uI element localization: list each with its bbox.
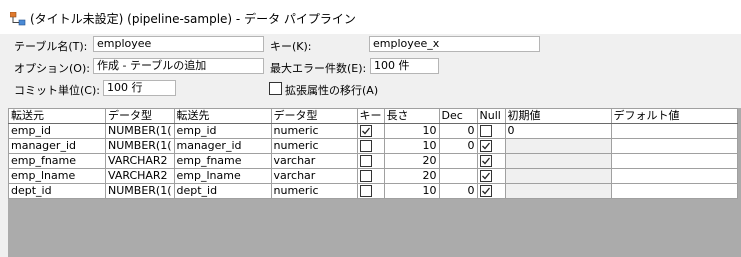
- key-input[interactable]: employee_x: [369, 36, 540, 52]
- decimal-cell[interactable]: 0: [438, 123, 478, 139]
- source-type-cell[interactable]: NUMBER(1(: [105, 183, 175, 199]
- extended-attributes-checkbox[interactable]: [269, 82, 282, 95]
- key-checkbox[interactable]: [359, 125, 372, 137]
- header-destination-type[interactable]: データ型: [270, 108, 358, 124]
- source-type-cell[interactable]: NUMBER(1(: [105, 123, 175, 139]
- destination-type-cell[interactable]: numeric: [270, 123, 358, 139]
- default-value-cell[interactable]: [610, 153, 738, 169]
- header-initial-value[interactable]: 初期値: [504, 108, 612, 124]
- extended-attributes-label: 拡張属性の移行(A): [285, 84, 379, 97]
- null-cell: [476, 183, 506, 199]
- header-destination[interactable]: 転送先: [173, 108, 272, 124]
- header-default-value[interactable]: デフォルト値: [610, 108, 738, 124]
- table-row[interactable]: dept_id NUMBER(1(dept_id numeric 10 0: [8, 183, 738, 199]
- table-row[interactable]: emp_id NUMBER(1(emp_id numeric 10 0 0: [8, 123, 738, 139]
- default-value-cell[interactable]: [610, 138, 738, 154]
- source-type-cell[interactable]: VARCHAR2: [105, 153, 175, 169]
- destination-field-cell[interactable]: emp_lname: [173, 168, 272, 184]
- grid-header-row: 転送元 データ型 転送先 データ型 キー 長さ Dec Null 初期値 デフォルト値: [8, 108, 738, 124]
- source-type-cell[interactable]: NUMBER(1(: [105, 138, 175, 154]
- length-cell[interactable]: 10: [383, 183, 440, 199]
- option-select[interactable]: 作成 - テーブルの追加: [93, 58, 264, 74]
- key-label: キー(K):: [270, 40, 312, 53]
- length-cell[interactable]: 20: [383, 168, 440, 184]
- key-cell: [356, 183, 385, 199]
- mapping-table: 転送元 データ型 転送先 データ型 キー 長さ Dec Null 初期値 デフォルト値 emp_i…: [8, 108, 738, 199]
- source-type-cell[interactable]: VARCHAR2: [105, 168, 175, 184]
- null-cell: [476, 153, 506, 169]
- table-row[interactable]: emp_fname VARCHAR2 emp_fname varchar 20: [8, 153, 738, 169]
- decimal-cell[interactable]: [438, 168, 478, 184]
- key-checkbox[interactable]: [359, 170, 372, 182]
- source-field-cell[interactable]: emp_lname: [8, 168, 106, 184]
- header-decimal[interactable]: Dec: [438, 108, 478, 124]
- initial-value-cell[interactable]: [504, 168, 612, 184]
- destination-type-cell[interactable]: varchar: [270, 168, 358, 184]
- commit-unit-input[interactable]: 100 行: [103, 80, 176, 96]
- destination-type-cell[interactable]: numeric: [270, 138, 358, 154]
- initial-value-cell[interactable]: [504, 183, 612, 199]
- destination-field-cell[interactable]: manager_id: [173, 138, 272, 154]
- source-field-cell[interactable]: manager_id: [8, 138, 106, 154]
- key-cell: [356, 138, 385, 154]
- null-cell: [476, 138, 506, 154]
- null-checkbox[interactable]: [479, 185, 492, 197]
- destination-type-cell[interactable]: numeric: [270, 183, 358, 199]
- header-key[interactable]: キー: [356, 108, 385, 124]
- default-value-cell[interactable]: [610, 123, 738, 139]
- destination-field-cell[interactable]: dept_id: [173, 183, 272, 199]
- null-cell: [476, 123, 506, 139]
- key-cell: [356, 153, 385, 169]
- destination-field-cell[interactable]: emp_fname: [173, 153, 272, 169]
- key-checkbox[interactable]: [359, 140, 372, 152]
- table-row[interactable]: emp_lname VARCHAR2 emp_lname varchar 20: [8, 168, 738, 184]
- settings-form: テーブル名(T): employee キー(K): employee_x オプシ…: [0, 34, 741, 108]
- null-cell: [476, 168, 506, 184]
- key-checkbox[interactable]: [359, 185, 372, 197]
- table-name-input[interactable]: employee: [93, 36, 264, 52]
- initial-value-cell[interactable]: [504, 138, 612, 154]
- pipeline-window: (タイトル未設定) (pipeline-sample) - データ パイプライン…: [0, 0, 741, 257]
- header-null[interactable]: Null: [476, 108, 506, 124]
- pipeline-app-icon: [9, 11, 26, 26]
- max-errors-input[interactable]: 100 件: [370, 58, 439, 74]
- null-checkbox[interactable]: [479, 140, 492, 152]
- table-name-label: テーブル名(T):: [14, 40, 88, 53]
- destination-field-cell[interactable]: emp_id: [173, 123, 272, 139]
- max-errors-label: 最大エラー件数(E):: [270, 62, 367, 75]
- field-mapping-grid: 転送元 データ型 転送先 データ型 キー 長さ Dec Null 初期値 デフォルト値 emp_i…: [8, 108, 741, 257]
- initial-value-cell[interactable]: 0: [504, 123, 612, 139]
- commit-unit-label: コミット単位(C):: [14, 84, 100, 97]
- null-checkbox[interactable]: [479, 125, 492, 137]
- key-checkbox[interactable]: [359, 155, 372, 167]
- header-source-type[interactable]: データ型: [105, 108, 175, 124]
- key-cell: [356, 168, 385, 184]
- header-source[interactable]: 転送元: [8, 108, 106, 124]
- title-bar: (タイトル未設定) (pipeline-sample) - データ パイプライン: [0, 0, 741, 34]
- header-length[interactable]: 長さ: [383, 108, 440, 124]
- length-cell[interactable]: 20: [383, 153, 440, 169]
- table-row[interactable]: manager_id NUMBER(1(manager_id numeric 10 0: [8, 138, 738, 154]
- decimal-cell[interactable]: 0: [438, 183, 478, 199]
- decimal-cell[interactable]: [438, 153, 478, 169]
- length-cell[interactable]: 10: [383, 123, 440, 139]
- null-checkbox[interactable]: [479, 155, 492, 167]
- source-field-cell[interactable]: emp_id: [8, 123, 106, 139]
- length-cell[interactable]: 10: [383, 138, 440, 154]
- source-field-cell[interactable]: dept_id: [8, 183, 106, 199]
- decimal-cell[interactable]: 0: [438, 138, 478, 154]
- key-cell: [356, 123, 385, 139]
- default-value-cell[interactable]: [610, 183, 738, 199]
- window-title: (タイトル未設定) (pipeline-sample) - データ パイプライン: [30, 12, 356, 26]
- destination-type-cell[interactable]: varchar: [270, 153, 358, 169]
- null-checkbox[interactable]: [479, 170, 492, 182]
- source-field-cell[interactable]: emp_fname: [8, 153, 106, 169]
- option-label: オプション(O):: [14, 62, 90, 75]
- default-value-cell[interactable]: [610, 168, 738, 184]
- initial-value-cell[interactable]: [504, 153, 612, 169]
